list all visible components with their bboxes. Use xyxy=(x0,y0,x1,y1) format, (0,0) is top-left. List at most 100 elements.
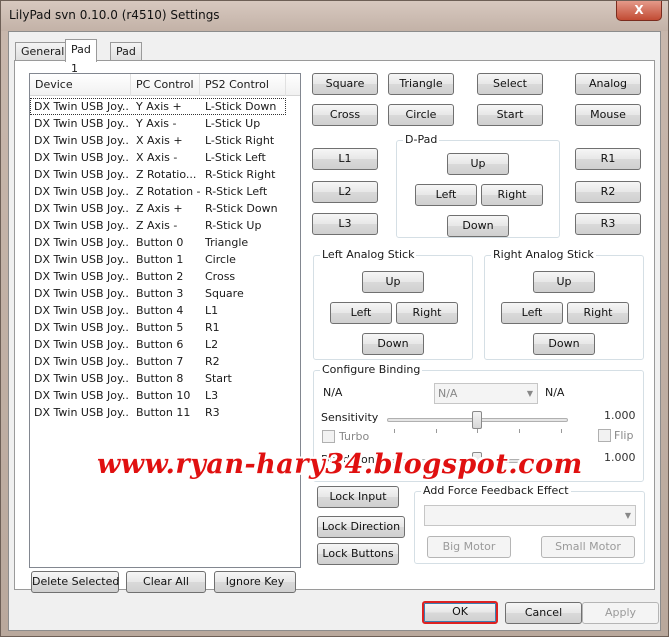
ignore-key-button[interactable]: Ignore Key xyxy=(214,571,296,593)
triangle-button[interactable]: Triangle xyxy=(388,73,454,95)
table-row[interactable]: DX Twin USB Joy... Z Rotation - R-Stick Le… xyxy=(30,183,286,200)
row-cell-device: DX Twin USB Joy... xyxy=(34,168,129,181)
lock-input-button[interactable]: Lock Input xyxy=(317,486,399,508)
tab-pad-1[interactable]: Pad 1 xyxy=(65,39,97,75)
flip-label: Flip xyxy=(614,429,634,442)
lock-buttons-button[interactable]: Lock Buttons xyxy=(317,543,399,565)
row-cell-pc-control: Button 8 xyxy=(136,372,184,385)
l2-button[interactable]: L2 xyxy=(312,181,378,203)
cross-button[interactable]: Cross xyxy=(312,104,378,126)
dialog-client-area: General Pad 1 Pad 2 Device PC Control PS… xyxy=(8,31,661,631)
table-row[interactable]: DX Twin USB Joy... Y Axis + L-Stick Down xyxy=(30,98,286,115)
slider-tick xyxy=(519,429,520,433)
right-stick-down-button[interactable]: Down xyxy=(533,333,595,355)
row-cell-pc-control: Button 5 xyxy=(136,321,184,334)
row-cell-device: DX Twin USB Joy... xyxy=(34,406,129,419)
row-cell-pc-control: Z Rotatio... xyxy=(136,168,197,181)
delete-selected-button[interactable]: Delete Selected xyxy=(31,571,119,593)
turbo-checkbox[interactable] xyxy=(322,430,335,443)
row-cell-pc-control: Y Axis + xyxy=(136,100,182,113)
left-stick-right-button[interactable]: Right xyxy=(396,302,458,324)
cancel-button[interactable]: Cancel xyxy=(505,602,582,624)
sensitivity-slider-thumb[interactable] xyxy=(472,411,482,429)
l3-button[interactable]: L3 xyxy=(312,213,378,235)
mouse-button[interactable]: Mouse xyxy=(575,104,641,126)
table-row[interactable]: DX Twin USB Joy... Button 11 R3 xyxy=(30,404,286,421)
watermark-text: www.ryan-hary34.blogspot.com xyxy=(97,449,583,480)
row-cell-device: DX Twin USB Joy... xyxy=(34,117,129,130)
row-cell-pc-control: Button 7 xyxy=(136,355,184,368)
tab-pad-2[interactable]: Pad 2 xyxy=(110,42,142,75)
table-row[interactable]: DX Twin USB Joy... Button 4 L1 xyxy=(30,302,286,319)
small-motor-button[interactable]: Small Motor xyxy=(541,536,635,558)
pad-1-panel: Device PC Control PS2 Control DX Twin US… xyxy=(14,60,655,593)
dpad-right-button[interactable]: Right xyxy=(481,184,543,206)
turbo-label: Turbo xyxy=(339,430,370,443)
left-stick-down-button[interactable]: Down xyxy=(362,333,424,355)
table-row[interactable]: DX Twin USB Joy... Button 6 L2 xyxy=(30,336,286,353)
table-row[interactable]: DX Twin USB Joy... Button 5 R1 xyxy=(30,319,286,336)
column-header-ps2-control[interactable]: PS2 Control xyxy=(200,74,286,96)
tab-general[interactable]: General xyxy=(15,42,71,61)
table-row[interactable]: DX Twin USB Joy... Button 10 L3 xyxy=(30,387,286,404)
row-cell-ps2-control: L3 xyxy=(205,389,219,402)
square-button[interactable]: Square xyxy=(312,73,378,95)
column-header-pc-control[interactable]: PC Control xyxy=(131,74,200,96)
close-button[interactable]: X xyxy=(616,1,662,21)
clear-all-button[interactable]: Clear All xyxy=(126,571,206,593)
table-row[interactable]: DX Twin USB Joy... Button 1 Circle xyxy=(30,251,286,268)
l1-button[interactable]: L1 xyxy=(312,148,378,170)
analog-button[interactable]: Analog xyxy=(575,73,641,95)
big-motor-button[interactable]: Big Motor xyxy=(427,536,511,558)
row-cell-device: DX Twin USB Joy... xyxy=(34,253,129,266)
table-row[interactable]: DX Twin USB Joy... Button 3 Square xyxy=(30,285,286,302)
row-cell-device: DX Twin USB Joy... xyxy=(34,100,129,113)
title-bar[interactable]: LilyPad svn 0.10.0 (r4510) Settings X xyxy=(1,1,668,31)
force-feedback-label: Add Force Feedback Effect xyxy=(421,484,571,498)
ok-button[interactable]: OK xyxy=(422,601,498,624)
dpad-left-button[interactable]: Left xyxy=(415,184,477,206)
flip-checkbox[interactable] xyxy=(598,429,611,442)
circle-button[interactable]: Circle xyxy=(388,104,454,126)
table-row[interactable]: DX Twin USB Joy... Z Axis + R-Stick Down xyxy=(30,200,286,217)
row-cell-pc-control: Y Axis - xyxy=(136,117,177,130)
slider-tick xyxy=(394,429,395,433)
force-feedback-select[interactable]: ▼ xyxy=(424,505,636,526)
start-button[interactable]: Start xyxy=(477,104,543,126)
row-cell-device: DX Twin USB Joy... xyxy=(34,287,129,300)
right-stick-left-button[interactable]: Left xyxy=(501,302,563,324)
row-cell-device: DX Twin USB Joy... xyxy=(34,151,129,164)
table-row[interactable]: DX Twin USB Joy... Z Rotatio... R-Stick Ri… xyxy=(30,166,286,183)
row-cell-ps2-control: R-Stick Left xyxy=(205,185,268,198)
bindings-list[interactable]: Device PC Control PS2 Control DX Twin US… xyxy=(29,73,301,568)
table-row[interactable]: DX Twin USB Joy... X Axis - L-Stick Left xyxy=(30,149,286,166)
binding-axis-select[interactable]: N/A ▼ xyxy=(434,383,538,404)
left-stick-left-button[interactable]: Left xyxy=(330,302,392,324)
window-title: LilyPad svn 0.10.0 (r4510) Settings xyxy=(9,8,220,22)
dpad-down-button[interactable]: Down xyxy=(447,215,509,237)
r2-button[interactable]: R2 xyxy=(575,181,641,203)
table-row[interactable]: DX Twin USB Joy... Y Axis - L-Stick Up xyxy=(30,115,286,132)
left-stick-up-button[interactable]: Up xyxy=(362,271,424,293)
table-row[interactable]: DX Twin USB Joy... Button 7 R2 xyxy=(30,353,286,370)
row-cell-device: DX Twin USB Joy... xyxy=(34,270,129,283)
apply-button[interactable]: Apply xyxy=(582,602,659,624)
right-analog-stick-label: Right Analog Stick xyxy=(491,248,596,262)
table-row[interactable]: DX Twin USB Joy... Button 0 Triangle xyxy=(30,234,286,251)
row-cell-pc-control: Button 10 xyxy=(136,389,191,402)
r1-button[interactable]: R1 xyxy=(575,148,641,170)
lock-direction-button[interactable]: Lock Direction xyxy=(317,516,405,538)
row-cell-pc-control: Button 1 xyxy=(136,253,184,266)
row-cell-pc-control: Button 2 xyxy=(136,270,184,283)
table-row[interactable]: DX Twin USB Joy... Button 2 Cross xyxy=(30,268,286,285)
dpad-up-button[interactable]: Up xyxy=(447,153,509,175)
r3-button[interactable]: R3 xyxy=(575,213,641,235)
row-cell-ps2-control: Square xyxy=(205,287,244,300)
table-row[interactable]: DX Twin USB Joy... X Axis + L-Stick Right xyxy=(30,132,286,149)
column-header-device[interactable]: Device xyxy=(30,74,131,96)
table-row[interactable]: DX Twin USB Joy... Button 8 Start xyxy=(30,370,286,387)
right-stick-up-button[interactable]: Up xyxy=(533,271,595,293)
table-row[interactable]: DX Twin USB Joy... Z Axis - R-Stick Up xyxy=(30,217,286,234)
right-stick-right-button[interactable]: Right xyxy=(567,302,629,324)
select-button[interactable]: Select xyxy=(477,73,543,95)
